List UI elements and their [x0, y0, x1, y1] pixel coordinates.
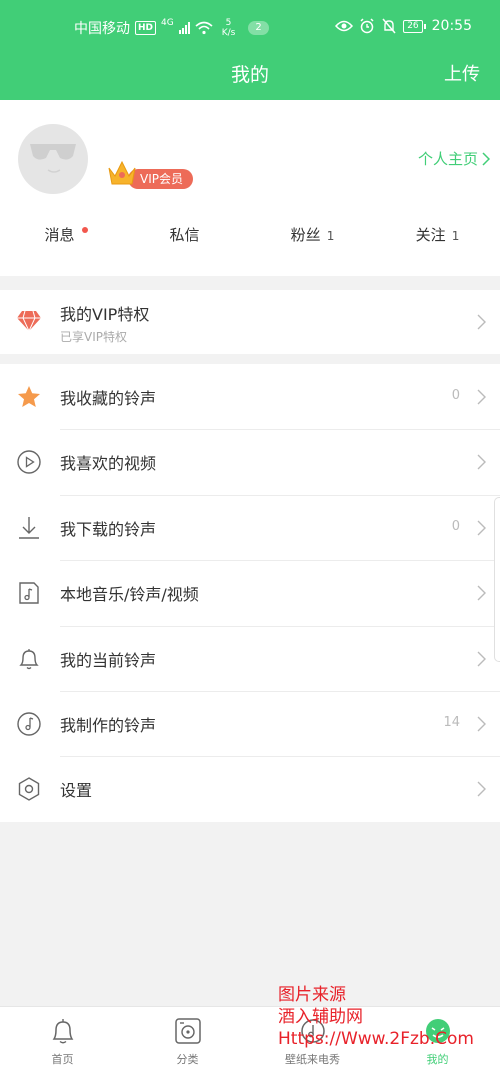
diamond-icon: [17, 310, 41, 332]
hd-badge: HD: [135, 21, 157, 35]
category-icon: [174, 1018, 201, 1044]
profile-home-link[interactable]: 个人主页: [418, 148, 490, 169]
stat-label: 私信: [169, 226, 200, 244]
profile-card: VIP会员 个人主页 消息 私信 粉丝 1 关注 1: [0, 100, 500, 276]
stat-fans[interactable]: 粉丝 1: [250, 224, 375, 266]
net-speed: 5 K/s: [222, 18, 236, 38]
chevron-right-icon: [482, 151, 490, 166]
profile-home-label: 个人主页: [417, 150, 478, 168]
menu-label: 我收藏的铃声: [60, 389, 157, 408]
menu-label: 我的当前铃声: [60, 650, 157, 670]
menu-item-settings[interactable]: 设置: [0, 756, 500, 821]
stat-count: 1: [451, 229, 460, 243]
tab-home[interactable]: 首页: [0, 1007, 125, 1069]
vip-privileges-row[interactable]: 我的VIP特权 已享VIP特权: [0, 290, 500, 354]
chevron-right-icon: [477, 781, 486, 797]
stat-following[interactable]: 关注 1: [375, 224, 500, 266]
tab-label: 壁纸来电秀: [285, 1053, 340, 1066]
chevron-right-icon: [477, 314, 486, 330]
menu-count: 0: [451, 518, 460, 534]
watermark-line: 酒入辅助网: [278, 1007, 363, 1027]
chevron-right-icon: [477, 651, 486, 667]
play-circle-icon: [17, 450, 41, 475]
music-file-icon: [19, 582, 39, 604]
menu-item-downloaded-ringtones[interactable]: 我下载的铃声 0: [0, 494, 500, 560]
battery-icon: 26: [403, 19, 426, 33]
alarm-icon: [360, 18, 374, 34]
watermark-line: 图片来源: [278, 985, 346, 1005]
download-icon: [19, 516, 39, 539]
unread-dot: [82, 227, 88, 233]
signal-gen: 4G: [161, 18, 174, 28]
watermark-line: Https://Www.2Fzb.Com: [278, 1029, 474, 1049]
menu-label: 我制作的铃声: [60, 715, 157, 735]
star-icon: [18, 386, 40, 407]
menu-count: 0: [451, 388, 460, 403]
music-note-icon: [17, 712, 41, 736]
status-left: 中国移动 HD 4G 5 K/s 2: [74, 18, 269, 38]
tab-label: 我的: [426, 1053, 449, 1066]
tab-label: 分类: [176, 1053, 199, 1066]
signal-icon: [178, 22, 190, 34]
menu-item-made-ringtones[interactable]: 我制作的铃声 14: [0, 690, 500, 756]
menu-label: 我下载的铃声: [60, 519, 157, 539]
bell-home-icon: [52, 1019, 73, 1044]
stat-label: 消息: [44, 226, 75, 244]
chevron-right-icon: [477, 454, 486, 470]
carrier-label: 中国移动: [74, 21, 130, 37]
upload-button[interactable]: 上传: [444, 60, 480, 86]
menu-item-current-ringtone[interactable]: 我的当前铃声: [0, 625, 500, 691]
chevron-right-icon: [477, 520, 486, 536]
menu-count: 14: [443, 714, 460, 730]
mute-bell-icon: [382, 18, 396, 34]
menu-item-local-media[interactable]: 本地音乐/铃声/视频: [0, 560, 500, 625]
sunglasses-avatar-icon: [30, 144, 76, 173]
battery-level: 26: [403, 19, 423, 33]
menu-label: 设置: [60, 781, 93, 801]
crown-icon: [108, 160, 136, 185]
net-speed-value: 5: [225, 18, 232, 28]
bell-icon: [19, 648, 39, 669]
vip-row-title: 我的VIP特权: [60, 305, 150, 324]
stat-label: 关注: [415, 226, 446, 244]
tab-label: 首页: [51, 1053, 74, 1066]
net-speed-unit: K/s: [221, 28, 236, 38]
status-right: 26 20:55: [335, 18, 472, 34]
menu-label: 本地音乐/铃声/视频: [60, 585, 199, 605]
vip-row-subtitle: 已享VIP特权: [60, 330, 127, 344]
avatar[interactable]: [18, 124, 88, 194]
eye-icon: [335, 20, 354, 32]
chevron-right-icon: [477, 585, 486, 601]
chevron-right-icon: [477, 389, 486, 405]
edge-scroll-handle[interactable]: [494, 497, 500, 662]
chevron-right-icon: [477, 716, 486, 732]
menu-label: 我喜欢的视频: [60, 454, 157, 474]
tab-category[interactable]: 分类: [125, 1007, 250, 1069]
status-bar: 中国移动 HD 4G 5 K/s 2 26 20:55: [0, 0, 500, 56]
stat-label: 粉丝: [290, 226, 321, 244]
stat-count: 1: [326, 229, 335, 243]
menu-item-favorite-ringtones[interactable]: 我收藏的铃声 0: [0, 364, 500, 429]
menu-list: 我收藏的铃声 0 我喜欢的视频 我下载的铃声 0 本地音乐/铃声/视频 我的当前…: [0, 364, 500, 822]
settings-icon: [18, 777, 40, 802]
notification-count: 2: [248, 21, 269, 35]
stats-row: 消息 私信 粉丝 1 关注 1: [0, 224, 500, 266]
stat-private-messages[interactable]: 私信: [125, 224, 250, 266]
vip-badge[interactable]: VIP会员: [106, 158, 206, 189]
page-title: 我的: [230, 64, 269, 86]
clock: 20:55: [431, 18, 472, 34]
wifi-icon: [195, 21, 213, 35]
stat-messages[interactable]: 消息: [0, 224, 125, 266]
menu-item-liked-videos[interactable]: 我喜欢的视频: [0, 429, 500, 494]
app-header: 中国移动 HD 4G 5 K/s 2 26 20:55 我的 上传: [0, 0, 500, 100]
watermark: 图片来源 酒入辅助网 Https://Www.2Fzb.Com: [278, 984, 474, 1050]
